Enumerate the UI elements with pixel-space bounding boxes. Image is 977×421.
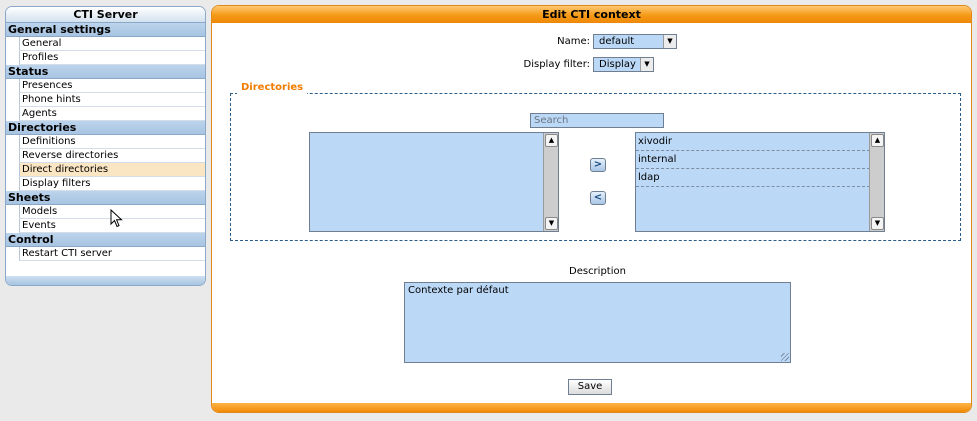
description-text: Contexte par défaut (408, 285, 509, 296)
name-select-value: default (599, 36, 635, 47)
list-item-internal[interactable]: internal (636, 151, 870, 169)
sidebar: CTI Server General settings General Prof… (5, 6, 206, 286)
resize-grip-icon[interactable] (781, 353, 789, 361)
sidebar-item-direct-directories[interactable]: Direct directories (19, 163, 205, 177)
scrollbar[interactable]: ▲ ▼ (869, 133, 884, 231)
scroll-up-icon[interactable]: ▲ (545, 134, 558, 147)
selected-directories-list[interactable]: xivodir internal ldap ▲ ▼ (635, 132, 885, 232)
arrow-left-icon: < (593, 192, 603, 203)
edit-panel: Edit CTI context Name: default ▼ Display… (211, 5, 972, 413)
sidebar-footer (6, 276, 205, 285)
sidebar-item-display-filters[interactable]: Display filters (19, 177, 205, 191)
display-filter-select[interactable]: Display ▼ (593, 57, 654, 72)
sidebar-section-control: Control (6, 233, 205, 247)
name-label: Name: (557, 36, 590, 47)
available-directories-list[interactable]: ▲ ▼ (309, 132, 559, 232)
display-filter-label: Display filter: (523, 59, 591, 70)
move-left-button[interactable]: < (590, 191, 606, 205)
sidebar-item-general[interactable]: General (19, 37, 205, 51)
sidebar-item-presences[interactable]: Presences (19, 79, 205, 93)
sidebar-item-reverse-directories[interactable]: Reverse directories (19, 149, 205, 163)
sidebar-item-restart-cti-server[interactable]: Restart CTI server (19, 247, 205, 261)
save-button[interactable]: Save (568, 379, 612, 395)
scrollbar[interactable]: ▲ ▼ (543, 133, 558, 231)
panel-footer (212, 403, 971, 412)
directories-legend: Directories (237, 82, 308, 94)
sidebar-item-profiles[interactable]: Profiles (19, 51, 205, 65)
sidebar-section-status: Status (6, 65, 205, 79)
panel-title: Edit CTI context (212, 6, 971, 23)
name-select[interactable]: default ▼ (593, 34, 677, 49)
sidebar-section-directories: Directories (6, 121, 205, 135)
scroll-up-icon[interactable]: ▲ (871, 134, 884, 147)
sidebar-section-general-settings: General settings (6, 23, 205, 37)
display-filter-select-value: Display (599, 59, 636, 70)
list-item-ldap[interactable]: ldap (636, 169, 870, 187)
list-item-xivodir[interactable]: xivodir (636, 133, 870, 151)
mouse-cursor-icon (110, 209, 123, 228)
description-label: Description (569, 266, 626, 277)
description-textarea[interactable]: Contexte par défaut (404, 282, 791, 363)
sidebar-section-sheets: Sheets (6, 191, 205, 205)
scroll-down-icon[interactable]: ▼ (871, 217, 884, 230)
arrow-right-icon: > (593, 159, 603, 170)
sidebar-item-definitions[interactable]: Definitions (19, 135, 205, 149)
sidebar-item-agents[interactable]: Agents (19, 107, 205, 121)
chevron-down-icon: ▼ (640, 58, 653, 71)
sidebar-title: CTI Server (6, 7, 205, 23)
scroll-down-icon[interactable]: ▼ (545, 217, 558, 230)
search-input[interactable]: Search (530, 113, 664, 128)
chevron-down-icon: ▼ (663, 35, 676, 48)
move-right-button[interactable]: > (590, 158, 606, 172)
sidebar-item-phone-hints[interactable]: Phone hints (19, 93, 205, 107)
